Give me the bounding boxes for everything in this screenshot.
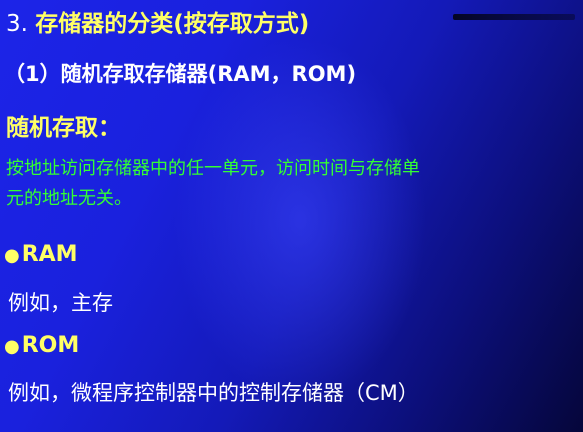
- bullet-dot-icon: ●: [4, 336, 20, 357]
- bullet-item-rom: ●ROM: [4, 333, 79, 358]
- section-subtitle: （1）随机存取存储器(RAM，ROM): [4, 62, 357, 86]
- bullet-label: RAM: [21, 242, 78, 267]
- slide: 3. 存储器的分类(按存取方式) （1）随机存取存储器(RAM，ROM) 随机存…: [0, 0, 583, 432]
- title-paren: (按存取方式): [173, 11, 310, 37]
- definition-line: 元的地址无关。: [6, 188, 132, 209]
- corner-mark: [453, 14, 575, 20]
- definition-heading: 随机存取：: [6, 115, 121, 141]
- bullet-item-ram: ●RAM: [4, 242, 78, 267]
- example-rom: 例如，微程序控制器中的控制存储器（CM）: [8, 381, 419, 405]
- definition-line: 按地址访问存储器中的任一单元，访问时间与存储单: [6, 158, 420, 179]
- title-main: 存储器的分类: [35, 11, 174, 37]
- definition-body: 按地址访问存储器中的任一单元，访问时间与存储单 元的地址无关。: [6, 154, 420, 214]
- bullet-dot-icon: ●: [4, 245, 20, 266]
- title-number: 3.: [6, 11, 28, 37]
- bullet-label: ROM: [21, 333, 80, 358]
- slide-title: 3. 存储器的分类(按存取方式): [6, 4, 309, 38]
- example-ram: 例如，主存: [8, 291, 113, 315]
